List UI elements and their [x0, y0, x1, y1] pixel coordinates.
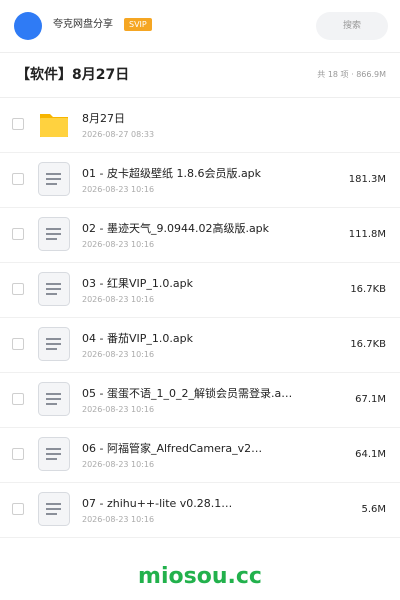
list-item[interactable]: 05 - 蛋蛋不语_1_0_2_解锁会员需登录.a… 2026-08-23 10…	[0, 373, 400, 428]
list-item[interactable]: 07 - zhihu++-lite v0.28.1… 2026-08-23 10…	[0, 483, 400, 538]
file-date: 2026-08-23 10:16	[82, 350, 155, 359]
list-item[interactable]: 02 - 墨迹天气_9.0944.02高级版.apk 2026-08-23 10…	[0, 208, 400, 263]
watermark: miosou.cc	[138, 564, 262, 589]
row-checkbox[interactable]	[12, 283, 24, 295]
document-icon	[38, 272, 70, 306]
file-date: 2026-08-23 10:16	[82, 240, 155, 249]
share-name: 夸克网盘分享	[53, 19, 113, 30]
document-icon	[38, 162, 70, 196]
file-date: 2026-08-23 10:16	[82, 185, 155, 194]
file-size: 181.3M	[348, 174, 386, 185]
document-icon	[38, 217, 70, 251]
folder-title-row: 【软件】8月27日 共 18 项 · 866.9M	[0, 53, 400, 98]
svip-badge: SVIP	[124, 18, 152, 31]
file-date: 2026-08-27 08:33	[82, 130, 155, 139]
search-input[interactable]: 搜索	[316, 12, 388, 40]
row-checkbox[interactable]	[12, 448, 24, 460]
document-icon	[38, 382, 70, 416]
file-date: 2026-08-23 10:16	[82, 295, 155, 304]
avatar[interactable]	[14, 12, 42, 40]
document-icon	[38, 437, 70, 471]
file-name: 02 - 墨迹天气_9.0944.02高级版.apk	[82, 222, 270, 235]
file-name: 05 - 蛋蛋不语_1_0_2_解锁会员需登录.a…	[82, 387, 293, 400]
row-checkbox[interactable]	[12, 503, 24, 515]
list-item[interactable]: 8月27日 2026-08-27 08:33	[0, 98, 400, 153]
file-size: 67.1M	[355, 394, 386, 405]
row-checkbox[interactable]	[12, 118, 24, 130]
file-list: 8月27日 2026-08-27 08:33 01 - 皮卡超级壁纸 1.8.6…	[0, 98, 400, 538]
file-name: 07 - zhihu++-lite v0.28.1…	[82, 497, 233, 510]
file-size: 111.8M	[348, 229, 386, 240]
file-name: 01 - 皮卡超级壁纸 1.8.6会员版.apk	[82, 167, 262, 180]
row-checkbox[interactable]	[12, 338, 24, 350]
document-icon	[38, 327, 70, 361]
folder-stats: 共 18 项 · 866.9M	[317, 70, 386, 79]
file-name: 03 - 红果VIP_1.0.apk	[82, 277, 193, 290]
file-size: 16.7KB	[350, 339, 386, 350]
list-item[interactable]: 04 - 番茄VIP_1.0.apk 2026-08-23 10:16 16.7…	[0, 318, 400, 373]
file-date: 2026-08-23 10:16	[82, 515, 155, 524]
row-checkbox[interactable]	[12, 228, 24, 240]
file-name: 04 - 番茄VIP_1.0.apk	[82, 332, 193, 345]
document-icon	[38, 492, 70, 526]
row-checkbox[interactable]	[12, 173, 24, 185]
folder-icon	[38, 107, 70, 141]
row-checkbox[interactable]	[12, 393, 24, 405]
file-date: 2026-08-23 10:16	[82, 405, 155, 414]
file-size: 16.7KB	[350, 284, 386, 295]
page-title: 【软件】8月27日	[16, 67, 130, 83]
file-name: 06 - 阿福管家_AlfredCamera_v2…	[82, 442, 263, 455]
list-item[interactable]: 06 - 阿福管家_AlfredCamera_v2… 2026-08-23 10…	[0, 428, 400, 483]
file-name: 8月27日	[82, 112, 125, 125]
list-item[interactable]: 01 - 皮卡超级壁纸 1.8.6会员版.apk 2026-08-23 10:1…	[0, 153, 400, 208]
file-date: 2026-08-23 10:16	[82, 460, 155, 469]
file-size: 64.1M	[355, 449, 386, 460]
share-header: 夸克网盘分享 SVIP 搜索	[0, 0, 400, 53]
list-item[interactable]: 03 - 红果VIP_1.0.apk 2026-08-23 10:16 16.7…	[0, 263, 400, 318]
file-size: 5.6M	[361, 504, 386, 515]
